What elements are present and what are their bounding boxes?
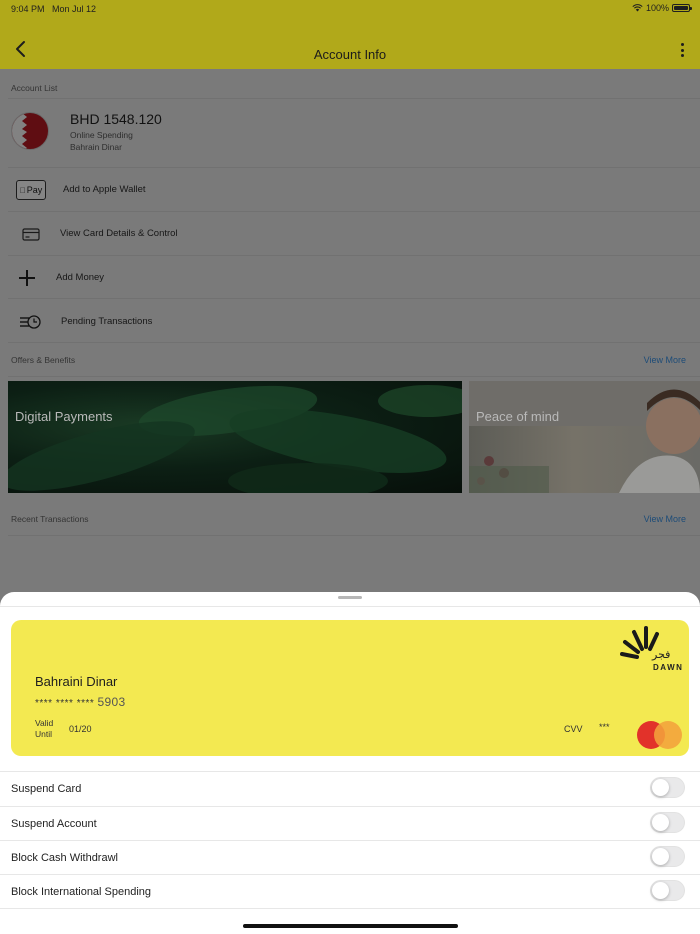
view-card-details-row[interactable]: View Card Details & Control [0, 212, 700, 255]
add-money-label: Add Money [56, 272, 105, 283]
block-international-spending-toggle[interactable] [650, 880, 685, 901]
valid-line-1: Valid [35, 718, 54, 728]
pending-clock-icon [15, 312, 45, 332]
block-international-spending-row: Block International Spending [0, 875, 700, 909]
person-image [469, 381, 700, 493]
plus-icon [12, 268, 42, 288]
add-money-row[interactable]: Add Money [0, 256, 700, 299]
status-right: 100% [632, 3, 692, 13]
block-cash-withdrawal-row: Block Cash Withdrawl [0, 841, 700, 875]
nav-header: Account Info [0, 18, 700, 69]
suspend-account-toggle[interactable] [650, 812, 685, 833]
card-bottom-sheet: فجر DAWN Bahraini Dinar **** **** **** 5… [0, 592, 700, 934]
battery-icon [672, 4, 692, 12]
home-indicator[interactable] [243, 924, 458, 928]
offer-card-peace-of-mind[interactable]: Peace of mind [469, 381, 700, 493]
status-time: 9:04 PM [11, 4, 45, 14]
account-currency: Bahrain Dinar [70, 142, 122, 152]
divider [8, 298, 700, 299]
pending-transactions-row[interactable]: Pending Transactions [0, 300, 700, 343]
cvv-value: *** [599, 722, 610, 732]
offers-carousel[interactable]: Digital Payments Peace of mind [8, 381, 700, 493]
offer-card-digital-payments[interactable]: Digital Payments [8, 381, 462, 493]
leaf-image [8, 385, 462, 493]
offer-caption: Digital Payments [15, 409, 113, 424]
pending-transactions-label: Pending Transactions [61, 316, 153, 327]
brand-arabic: فجر [652, 648, 671, 661]
divider [8, 342, 700, 343]
recent-transactions-label: Recent Transactions [11, 514, 89, 524]
debit-card[interactable]: فجر DAWN Bahraini Dinar **** **** **** 5… [11, 620, 689, 756]
card-name: Bahraini Dinar [35, 674, 118, 689]
block-cash-withdrawal-toggle[interactable] [650, 846, 685, 867]
card-last4: 5903 [97, 695, 126, 709]
apple-pay-icon-text: Pay [23, 185, 43, 195]
suspend-card-toggle[interactable] [650, 777, 685, 798]
cvv-label: CVV [564, 724, 583, 734]
account-type: Online Spending [70, 130, 133, 140]
card-expiry: 01/20 [69, 724, 92, 734]
credit-card-icon [16, 224, 46, 244]
account-balance: BHD 1548.120 [70, 111, 162, 127]
page-title: Account Info [313, 47, 387, 62]
suspend-account-label: Suspend Account [11, 818, 97, 830]
bahrain-flag-icon [11, 112, 49, 150]
brand-latin: DAWN [653, 663, 684, 672]
block-cash-withdrawal-label: Block Cash Withdrawl [11, 852, 118, 864]
account-list-label: Account List [11, 83, 58, 93]
account-page: Account List BHD 1548.120 Online Spendin… [0, 69, 700, 609]
offers-view-more-link[interactable]: View More [644, 355, 686, 365]
card-number: **** **** **** 5903 [35, 695, 125, 709]
wifi-icon [632, 4, 643, 12]
suspend-card-row: Suspend Card [0, 772, 700, 806]
add-to-apple-wallet-label: Add to Apple Wallet [63, 184, 146, 195]
add-to-apple-wallet-row[interactable]: Pay Add to Apple Wallet [0, 168, 700, 211]
view-card-details-label: View Card Details & Control [60, 228, 178, 239]
suspend-card-label: Suspend Card [11, 783, 82, 795]
divider [8, 535, 700, 536]
battery-percent: 100% [645, 3, 669, 13]
status-date: Mon Jul 12 [52, 4, 97, 14]
block-international-spending-label: Block International Spending [11, 886, 152, 898]
recent-view-more-link[interactable]: View More [644, 514, 686, 524]
mastercard-icon [635, 720, 685, 750]
valid-line-2: Until [35, 729, 53, 739]
divider [0, 908, 700, 909]
card-number-mask: **** **** **** [35, 698, 95, 709]
suspend-account-row: Suspend Account [0, 807, 700, 841]
offer-caption: Peace of mind [476, 409, 560, 424]
more-vertical-icon[interactable] [678, 43, 686, 59]
status-bar: 9:04 PM Mon Jul 12 100% [0, 0, 700, 18]
valid-until-label: Valid Until [35, 718, 53, 740]
offers-label: Offers & Benefits [11, 355, 76, 365]
dawn-logo: فجر DAWN [619, 624, 687, 674]
divider [8, 98, 700, 99]
account-item[interactable]: BHD 1548.120 Online Spending Bahrain Din… [0, 102, 700, 164]
divider [0, 606, 700, 607]
divider [8, 376, 700, 377]
apple-pay-icon: Pay [16, 180, 46, 200]
sheet-grabber[interactable] [338, 596, 362, 599]
